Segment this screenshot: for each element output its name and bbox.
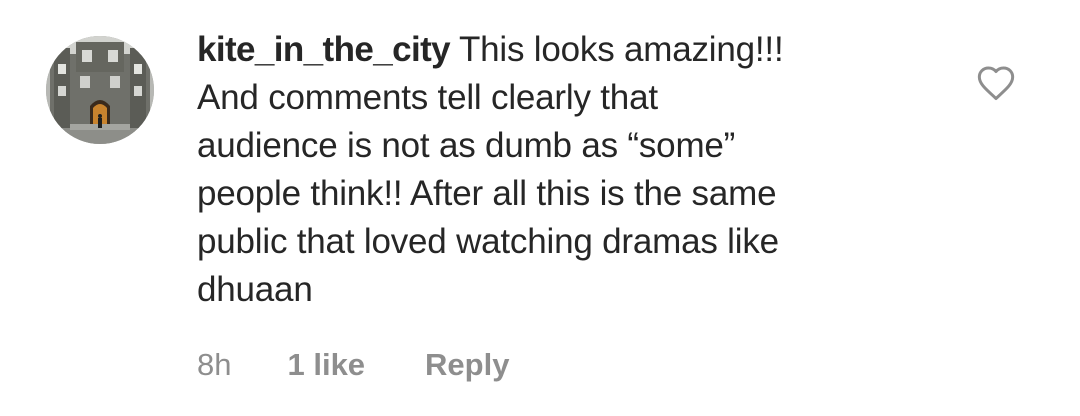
- avatar-photo: [46, 36, 154, 144]
- comment-likes-count[interactable]: 1 like: [287, 347, 365, 383]
- comment-meta: 8h 1 like Reply: [197, 343, 509, 387]
- like-heart-icon[interactable]: [976, 64, 1016, 102]
- reply-button[interactable]: Reply: [425, 347, 509, 383]
- comment-timestamp: 8h: [197, 347, 232, 382]
- comment-text: And comments tell clearly that audience …: [197, 78, 779, 309]
- heart-outline-icon: [977, 66, 1015, 100]
- comment-body: kite_in_the_city This looks amazing!!! A…: [197, 26, 937, 314]
- avatar[interactable]: [46, 36, 154, 144]
- comment-item: kite_in_the_city This looks amazing!!! A…: [0, 0, 1080, 416]
- comment-username[interactable]: kite_in_the_city: [197, 30, 451, 69]
- comment-text-first: This looks amazing!!!: [458, 30, 784, 69]
